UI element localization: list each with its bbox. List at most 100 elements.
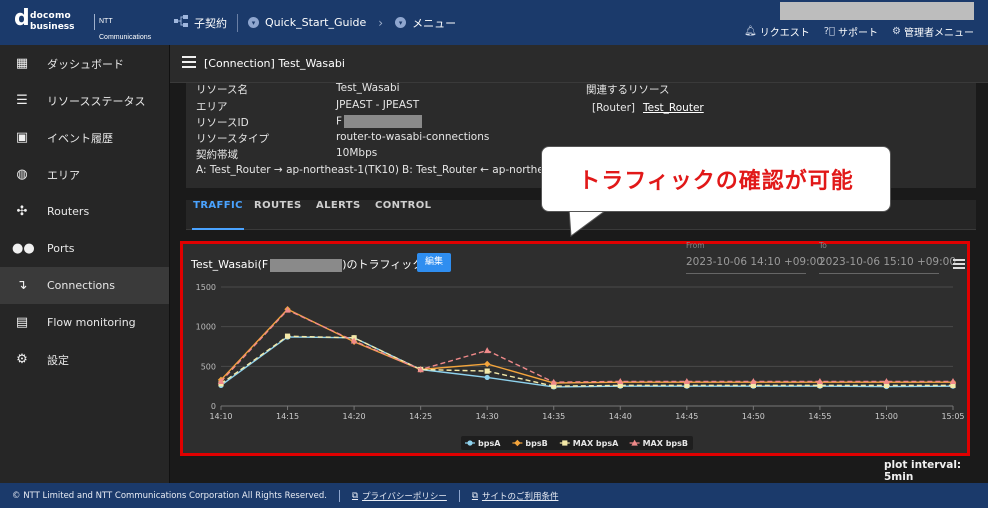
series-line [220,308,953,384]
admin-menu-link[interactable]: ⚙ 管理者メニュー [892,24,974,39]
legend-marker [467,440,473,446]
x-tick-label: 14:15 [276,412,299,421]
nav-menu[interactable]: ▾ メニュー [385,15,466,31]
path-b: B: Test_Router ← ap-northea [402,164,551,176]
x-tick-label: 14:55 [808,412,831,421]
admin-menu-label: 管理者メニュー [904,28,974,39]
chevron-down-icon: ▾ [395,17,407,28]
grid-icon: ▦ [15,56,29,71]
x-tick-label: 14:20 [343,412,366,421]
tab-traffic[interactable]: TRAFFIC [192,200,244,230]
area-label: エリア [196,101,228,113]
copyright-text: © NTT Limited and NTT Communications Cor… [12,490,327,501]
toggle-icon: ●● [12,241,35,256]
y-tick-label: 1000 [196,323,216,332]
router-icon: ✣ [16,204,28,219]
chevron-down-icon: ▾ [248,17,259,28]
resource-name-value: Test_Wasabi [336,82,400,94]
resource-id-value: F [336,115,423,128]
hamburger-menu-icon[interactable] [182,56,196,68]
y-tick-label: 1500 [196,283,216,292]
legend-marker [562,440,568,446]
sidebar-item-label: ダッシュボード [47,57,124,71]
sidebar-item-settings[interactable]: ⚙ 設定 [0,341,169,378]
logo-line2: business [30,22,75,32]
x-tick-label: 14:30 [476,412,499,421]
tab-alerts[interactable]: ALERTS [316,200,361,230]
related-resource: [Router] Test_Router [592,102,704,114]
logo-line1: docomo [30,11,71,21]
sidebar-item-area[interactable]: ◍ エリア [0,156,169,193]
sidebar-item-dashboard[interactable]: ▦ ダッシュボード [0,45,169,82]
resource-type-value: router-to-wasabi-connections [336,131,490,143]
legend-label: bpsA [478,439,501,448]
sidebar-item-ports[interactable]: ●● Ports [0,230,169,267]
docomo-business-logo[interactable]: d docomo business [14,6,90,36]
sidebar-item-label: イベント履歴 [47,131,113,145]
y-tick-label: 500 [201,362,216,371]
traffic-chart-panel: Test_Wasabi(F)のトラフィック 編集 From 2023-10-06… [180,241,970,456]
y-tick-label: 0 [211,402,216,411]
globe-icon: ◍ [16,167,28,182]
main-header: [Connection] Test_Wasabi [170,45,988,83]
tab-control[interactable]: CONTROL [375,200,431,230]
related-router-link[interactable]: Test_Router [643,102,704,114]
tab-routes[interactable]: ROUTES [254,200,302,230]
sidebar-item-event-history[interactable]: ▣ イベント履歴 [0,119,169,156]
external-link-icon: ⧉ [351,490,359,501]
to-date-field[interactable]: 2023-10-06 15:10 +09:00 [819,256,956,268]
resource-id-prefix: F [336,115,343,128]
related-resource-type: [Router] [592,102,635,114]
nav-sub-contract-label: 子契約 [194,16,227,30]
sidebar-item-flow-monitoring[interactable]: ▤ Flow monitoring [0,304,169,341]
legend-label: MAX bpsB [643,439,688,448]
nav-sub-contract[interactable]: 子契約 [164,15,237,31]
main-content: [Connection] Test_Wasabi リソース名 Test_Wasa… [170,45,988,483]
chart-menu-icon[interactable] [953,259,965,269]
sidebar-item-routers[interactable]: ✣ Routers [0,193,169,230]
related-resources-label: 関連するリソース [586,84,670,96]
traffic-line-chart: 0 500 1000 1500 14:10 14:15 14:20 14:25 14:30 14:… [196,283,965,450]
sidebar-item-label: 設定 [47,353,69,367]
ntt-logo: NTT Communications [94,14,156,41]
privacy-policy-link[interactable]: ⧉ プライバシーポリシー [352,490,447,502]
sidebar-item-label: Flow monitoring [47,316,136,329]
x-tick-label: 14:50 [742,412,765,421]
logo-mark: d [14,6,30,31]
callout-bubble: トラフィックの確認が可能 [541,146,891,212]
x-tick-label: 15:05 [941,412,964,421]
data-point [484,374,490,381]
data-point [949,378,957,385]
callout-tail [568,208,610,237]
sidebar-item-connections[interactable]: ↴ Connections [0,267,169,304]
document-icon: ▤ [15,315,29,330]
sidebar-item-label: リソースステータス [47,94,146,108]
to-label: To [819,241,827,250]
breadcrumb-chevron-icon: › [378,15,384,30]
account-info-box[interactable] [780,2,974,20]
sidebar-item-resource-status[interactable]: ☰ リソースステータス [0,82,169,119]
chart-title: Test_Wasabi(F)のトラフィック [191,256,423,272]
data-point [284,333,291,339]
request-link[interactable]: 🔔︎ リクエスト [744,24,810,39]
top-links: 🔔︎ リクエスト ?⃝ サポート ⚙ 管理者メニュー [744,24,974,39]
hierarchy-icon [174,15,188,30]
bell-icon: 🔔︎ [744,26,757,37]
edit-button[interactable]: 編集 [417,253,451,272]
series-line [220,336,954,388]
from-date-field[interactable]: 2023-10-06 14:10 +09:00 [686,256,823,268]
resource-name-label: リソース名 [196,84,248,96]
data-point [483,347,491,354]
resource-type-label: リソースタイプ [196,133,269,145]
x-tick-label: 15:00 [875,412,898,421]
data-point [484,368,490,374]
support-link[interactable]: ?⃝ サポート [824,24,878,39]
terms-label: サイトのご利用条件 [481,491,559,502]
x-tick-label: 14:45 [675,412,698,421]
nav-quick-start[interactable]: ▾ Quick_Start_Guide [238,16,376,29]
sidebar-item-label: Ports [47,242,75,255]
gear-icon: ⚙ [16,352,28,367]
series-line [220,309,953,383]
footer: © NTT Limited and NTT Communications Cor… [0,483,988,508]
terms-link[interactable]: ⧉ サイトのご利用条件 [472,490,559,502]
